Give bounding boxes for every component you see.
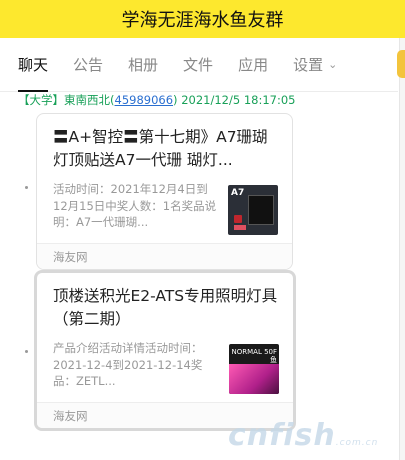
chevron-down-icon: ⌄ bbox=[328, 58, 338, 71]
share-card[interactable]: 〓A+智控〓第十七期》A7珊瑚灯顶贴送A7一代珊 瑚灯... 活动时间：2021… bbox=[36, 113, 293, 270]
thumbnail-label: NORMAL 50F 鱼 bbox=[231, 348, 278, 364]
message-sender-line: 【大学】東南西北(45989066) 2021/12/5 18:17:05 bbox=[18, 92, 295, 108]
tab-label: 文件 bbox=[183, 56, 214, 74]
tab-label: 应用 bbox=[238, 56, 269, 74]
sender-name[interactable]: 東南西北 bbox=[64, 93, 110, 107]
tab-bar: 聊天 公告 相册 文件 应用 设置 ⌄ bbox=[0, 38, 398, 92]
card-title: 〓A+智控〓第十七期》A7珊瑚灯顶贴送A7一代珊 瑚灯... bbox=[53, 128, 268, 169]
message-bullet bbox=[25, 186, 28, 189]
card-thumbnail: NORMAL 50F 鱼 bbox=[229, 344, 279, 394]
message-timestamp: 2021/12/5 18:17:05 bbox=[181, 93, 296, 107]
tab-settings[interactable]: 设置 ⌄ bbox=[293, 38, 337, 92]
watermark-text: cnfish bbox=[228, 418, 336, 453]
tab-album[interactable]: 相册 bbox=[128, 38, 158, 92]
tab-label: 公告 bbox=[73, 56, 104, 74]
side-panel-strip bbox=[397, 38, 405, 460]
card-description: 产品介绍活动详情活动时间：2021-12-4到2021-12-14奖品：ZETL… bbox=[53, 341, 203, 388]
card-source: 海友网 bbox=[53, 408, 88, 423]
watermark-suffix: .com.cn bbox=[335, 438, 379, 448]
share-card[interactable]: 顶楼送积光E2-ATS专用照明灯具（第二期） 产品介绍活动详情活动时间：2021… bbox=[34, 270, 296, 431]
tab-label: 聊天 bbox=[18, 56, 49, 74]
member-tag: 【大学】 bbox=[18, 93, 64, 107]
tab-label: 设置 bbox=[293, 56, 324, 74]
thumbnail-label: A7 bbox=[231, 188, 245, 198]
tab-chat[interactable]: 聊天 bbox=[18, 38, 49, 92]
tab-label: 相册 bbox=[128, 56, 159, 74]
card-source: 海友网 bbox=[53, 249, 88, 264]
card-thumbnail: A7 bbox=[228, 185, 278, 235]
side-panel-toggle[interactable] bbox=[397, 50, 405, 78]
tab-files[interactable]: 文件 bbox=[183, 38, 213, 92]
sender-qq-link[interactable]: 45989066 bbox=[115, 93, 174, 107]
window-titlebar: 学海无涯海水鱼友群 bbox=[0, 0, 405, 38]
qq-close-paren: ) bbox=[173, 93, 178, 107]
window-title: 学海无涯海水鱼友群 bbox=[121, 10, 284, 31]
card-description: 活动时间：2021年12月4日到12月15日中奖人数：1名奖品说明：A7一代珊瑚… bbox=[53, 182, 217, 229]
tab-apps[interactable]: 应用 bbox=[238, 38, 268, 92]
card-title: 顶楼送积光E2-ATS专用照明灯具（第二期） bbox=[53, 287, 278, 328]
message-bullet bbox=[25, 350, 28, 353]
site-watermark: cnfish.com.cn bbox=[228, 418, 378, 453]
tab-announcements[interactable]: 公告 bbox=[73, 38, 103, 92]
